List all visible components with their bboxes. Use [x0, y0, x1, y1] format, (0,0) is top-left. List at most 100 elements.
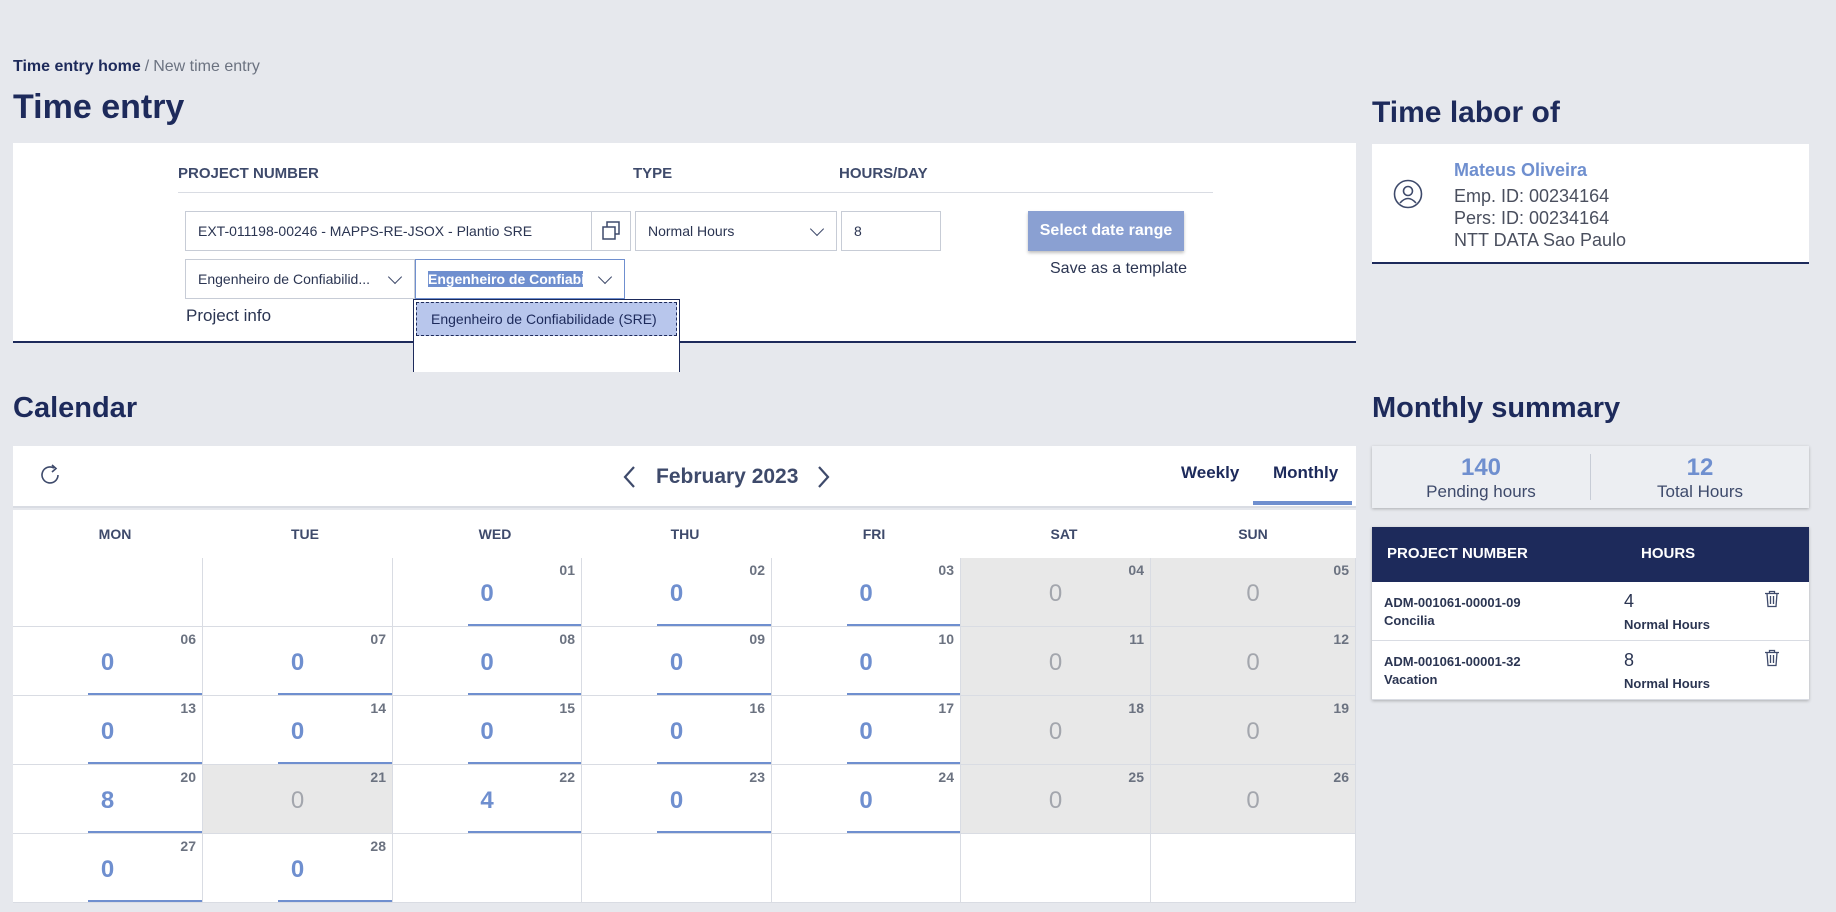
calendar-day-cell[interactable]: 08 0 [393, 627, 582, 696]
calendar-day-hours: 0 [1048, 787, 1063, 814]
copy-project-button[interactable] [591, 211, 631, 251]
calendar-day-cell[interactable]: 11 0 [961, 627, 1151, 696]
calendar-day-underline [657, 762, 771, 764]
calendar-day-cell[interactable]: 14 0 [203, 696, 393, 765]
calendar-day-number: 12 [1333, 631, 1349, 647]
summary-project-number: ADM-001061-00001-09 [1384, 595, 1521, 610]
calendar-day-cell[interactable]: 03 0 [772, 558, 961, 627]
calendar-day-hours: 0 [859, 580, 873, 607]
summary-project: ADM-001061-00001-32 Vacation [1384, 653, 1521, 689]
user-icon [1393, 179, 1423, 209]
calendar-title: Calendar [13, 392, 138, 424]
calendar-day-hours: 0 [480, 718, 494, 745]
breadcrumb-home-link[interactable]: Time entry home [13, 58, 141, 75]
calendar-day-cell[interactable]: 17 0 [772, 696, 961, 765]
weekly-view-tab[interactable]: Weekly [1181, 463, 1239, 483]
type-select-value: Normal Hours [648, 223, 735, 239]
calendar-day-underline [657, 624, 771, 626]
calendar-day-hours: 0 [669, 787, 684, 814]
calendar-day-cell[interactable]: 28 0 [203, 834, 393, 903]
summary-stats: 140 Pending hours 12 Total Hours [1372, 446, 1809, 508]
weekday-header-row: MON TUE WED THU FRI SAT SUN [13, 510, 1356, 558]
calendar-day-number: 09 [749, 631, 765, 647]
calendar-day-hours: 0 [859, 649, 873, 676]
role-search-input[interactable]: Engenheiro de Confiabili [415, 259, 625, 299]
calendar-day-cell[interactable]: 16 0 [582, 696, 772, 765]
calendar-day-cell[interactable]: 26 0 [1151, 765, 1356, 834]
calendar-day-cell[interactable]: 24 0 [772, 765, 961, 834]
trash-icon[interactable] [1764, 590, 1780, 608]
calendar-day-cell[interactable]: 12 0 [1151, 627, 1356, 696]
calendar-day-cell[interactable]: 10 0 [772, 627, 961, 696]
calendar-day-cell[interactable]: 01 0 [393, 558, 582, 627]
previous-month-icon[interactable] [619, 464, 641, 490]
role-dropdown-list: Engenheiro de Confiabilidade (SRE) [413, 299, 680, 380]
calendar-day-number: 20 [180, 769, 196, 785]
calendar-day-number: 22 [559, 769, 575, 785]
calendar-day-cell[interactable]: 15 0 [393, 696, 582, 765]
calendar-empty-cell [582, 834, 772, 903]
calendar-day-hours: 0 [1246, 787, 1260, 814]
calendar-day-number: 03 [938, 562, 954, 578]
calendar-day-cell[interactable]: 19 0 [1151, 696, 1356, 765]
breadcrumb-separator: / [144, 58, 150, 75]
calendar-day-cell[interactable]: 07 0 [203, 627, 393, 696]
save-template-link[interactable]: Save as a template [1050, 260, 1187, 278]
header-project-number: PROJECT NUMBER [178, 165, 319, 182]
role-select[interactable]: Engenheiro de Confiabilid... [185, 259, 415, 299]
dropdown-option[interactable]: Engenheiro de Confiabilidade (SRE) [416, 302, 677, 336]
calendar-day-cell[interactable]: 04 0 [961, 558, 1151, 627]
calendar-day-cell[interactable]: 05 0 [1151, 558, 1356, 627]
calendar-day-cell[interactable]: 23 0 [582, 765, 772, 834]
calendar-day-hours: 0 [1246, 580, 1260, 607]
hours-per-day-input[interactable]: 8 [841, 211, 941, 251]
calendar-empty-cell [203, 558, 393, 627]
chevron-down-icon [809, 221, 825, 237]
monthly-view-active-indicator [1253, 501, 1352, 505]
summary-row: ADM-001061-00001-32 Vacation 8 Normal Ho… [1372, 641, 1809, 700]
calendar-empty-cell [1151, 834, 1356, 903]
calendar-day-underline [468, 831, 581, 833]
calendar-day-cell[interactable]: 09 0 [582, 627, 772, 696]
pending-hours-value: 140 [1460, 454, 1502, 481]
calendar-day-cell[interactable]: 27 0 [13, 834, 203, 903]
project-info-link[interactable]: Project info [186, 306, 271, 326]
calendar-day-hours: 0 [100, 649, 115, 676]
calendar-day-underline [278, 762, 392, 764]
trash-icon[interactable] [1764, 649, 1780, 667]
type-select[interactable]: Normal Hours [635, 211, 837, 251]
calendar-empty-cell [13, 558, 203, 627]
calendar-day-hours: 0 [290, 787, 305, 814]
chevron-down-icon [387, 269, 403, 285]
calendar-day-underline [847, 624, 960, 626]
select-date-range-button[interactable]: Select date range [1028, 211, 1184, 251]
header-divider [178, 192, 1213, 193]
calendar-empty-cell [961, 834, 1151, 903]
project-number-input[interactable]: EXT-011198-00246 - MAPPS-RE-JSOX - Plant… [185, 211, 605, 251]
calendar-day-hours: 0 [669, 718, 684, 745]
calendar-day-number: 11 [1129, 631, 1144, 647]
calendar-day-cell[interactable]: 18 0 [961, 696, 1151, 765]
calendar-day-cell[interactable]: 13 0 [13, 696, 203, 765]
summary-hour-type: Normal Hours [1624, 617, 1710, 632]
calendar-day-cell[interactable]: 22 4 [393, 765, 582, 834]
employee-name[interactable]: Mateus Oliveira [1454, 160, 1587, 181]
calendar-day-hours: 0 [1048, 649, 1063, 676]
calendar-day-cell[interactable]: 25 0 [961, 765, 1151, 834]
calendar-day-cell[interactable]: 02 0 [582, 558, 772, 627]
calendar-day-underline [88, 900, 202, 902]
next-month-icon[interactable] [812, 464, 834, 490]
calendar-day-cell[interactable]: 20 8 [13, 765, 203, 834]
monthly-view-tab[interactable]: Monthly [1273, 463, 1338, 483]
calendar-day-hours: 0 [669, 580, 684, 607]
pending-hours-label: Pending hours [1426, 482, 1536, 501]
summary-project-name: Concilia [1384, 613, 1435, 628]
calendar-day-cell[interactable]: 06 0 [13, 627, 203, 696]
calendar-day-hours: 0 [1246, 649, 1260, 676]
calendar-day-number: 28 [370, 838, 386, 854]
refresh-icon[interactable] [37, 462, 63, 488]
calendar-day-cell[interactable]: 21 0 [203, 765, 393, 834]
calendar-day-number: 07 [370, 631, 386, 647]
calendar-day-number: 17 [938, 700, 954, 716]
calendar-day-number: 10 [938, 631, 954, 647]
